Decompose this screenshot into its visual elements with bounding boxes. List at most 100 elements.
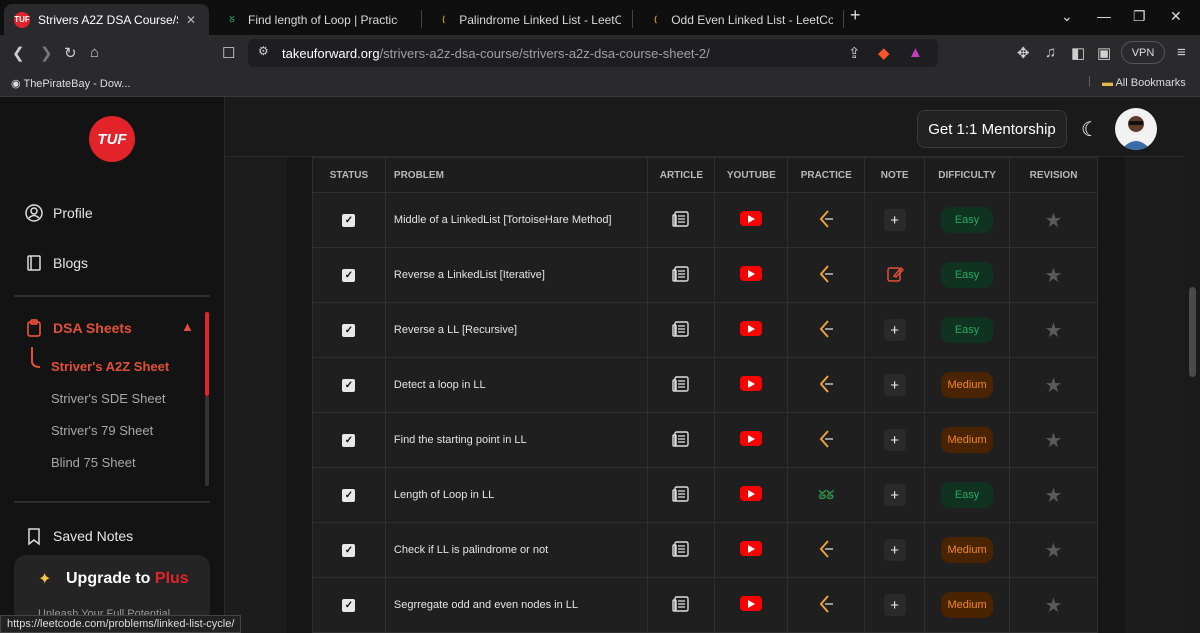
star-icon[interactable]: ★ bbox=[1045, 320, 1063, 342]
add-note-icon[interactable]: + bbox=[883, 594, 906, 616]
bookmark-icon[interactable]: ☐ bbox=[222, 44, 235, 62]
status-checkbox[interactable]: ✓ bbox=[342, 323, 356, 337]
site-info-icon[interactable]: ⚙ bbox=[258, 44, 269, 58]
address-bar[interactable]: ⚙ takeuforward.org/strivers-a2z-dsa-cour… bbox=[248, 39, 938, 67]
youtube-icon[interactable] bbox=[740, 321, 763, 336]
status-checkbox[interactable]: ✓ bbox=[342, 433, 356, 447]
close-window-icon[interactable]: ✕ bbox=[1170, 8, 1182, 25]
chevron-up-icon[interactable]: ▲ bbox=[181, 319, 194, 334]
mentorship-button[interactable]: Get 1:1 Mentorship bbox=[917, 110, 1067, 148]
add-note-icon[interactable]: + bbox=[883, 209, 906, 231]
reload-icon[interactable]: ↻ bbox=[64, 44, 77, 62]
leetcode-practice-icon[interactable] bbox=[817, 319, 835, 342]
home-icon[interactable]: ⌂ bbox=[90, 44, 99, 61]
brave-rewards-icon[interactable]: ▲ bbox=[908, 44, 923, 61]
tab-strivers[interactable]: TUF Strivers A2Z DSA Course/Sheet ✕ bbox=[4, 4, 209, 35]
article-icon[interactable] bbox=[672, 595, 690, 616]
sidebar-item-profile[interactable]: Profile bbox=[24, 203, 93, 223]
star-icon[interactable]: ★ bbox=[1045, 595, 1063, 617]
brave-shields-icon[interactable]: ◆ bbox=[878, 44, 890, 62]
sidebar-item-blogs[interactable]: Blogs bbox=[24, 253, 88, 273]
vpn-button[interactable]: VPN bbox=[1121, 41, 1165, 64]
forward-icon[interactable]: ❯ bbox=[40, 44, 53, 62]
status-checkbox[interactable]: ✓ bbox=[342, 488, 356, 502]
article-icon[interactable] bbox=[672, 430, 690, 451]
media-icon[interactable]: ♫ bbox=[1045, 44, 1056, 61]
youtube-icon[interactable] bbox=[740, 486, 763, 501]
avatar[interactable] bbox=[1115, 108, 1157, 150]
difficulty-cell: Medium bbox=[924, 522, 1011, 578]
star-icon[interactable]: ★ bbox=[1045, 210, 1063, 232]
problem-title: Segrregate odd and even nodes in LL bbox=[384, 577, 649, 633]
sidebar-toggle-icon[interactable]: ◧ bbox=[1071, 44, 1085, 62]
sidebar-sheet-blind75[interactable]: Blind 75 Sheet bbox=[51, 455, 136, 470]
close-tab-icon[interactable]: ✕ bbox=[186, 13, 196, 27]
star-icon[interactable]: ★ bbox=[1045, 375, 1063, 397]
article-icon[interactable] bbox=[672, 485, 690, 506]
add-note-icon[interactable]: + bbox=[883, 429, 906, 451]
add-note-icon[interactable]: + bbox=[883, 319, 906, 341]
sidebar-item-saved-notes[interactable]: Saved Notes bbox=[24, 526, 133, 546]
url-text[interactable]: takeuforward.org/strivers-a2z-dsa-course… bbox=[282, 46, 710, 61]
share-icon[interactable]: ⇪ bbox=[848, 44, 861, 62]
add-note-icon[interactable]: + bbox=[883, 374, 906, 396]
sidebar-sheet-a2z[interactable]: Striver's A2Z Sheet bbox=[51, 359, 169, 374]
back-icon[interactable]: ❮ bbox=[12, 44, 25, 62]
difficulty-badge: Medium bbox=[941, 427, 994, 453]
minimize-icon[interactable]: — bbox=[1097, 8, 1111, 24]
leetcode-practice-icon[interactable] bbox=[817, 264, 835, 287]
all-bookmarks[interactable]: ▬ All Bookmarks bbox=[1102, 77, 1186, 89]
scrollbar-thumb[interactable] bbox=[1189, 287, 1196, 377]
youtube-icon[interactable] bbox=[740, 376, 763, 391]
add-note-icon[interactable]: + bbox=[883, 484, 906, 506]
article-cell bbox=[647, 467, 716, 523]
star-icon[interactable]: ★ bbox=[1045, 540, 1063, 562]
page-scrollbar[interactable] bbox=[1185, 97, 1200, 633]
moon-icon[interactable]: ☾ bbox=[1081, 117, 1099, 142]
youtube-icon[interactable] bbox=[740, 596, 763, 611]
article-icon[interactable] bbox=[672, 265, 690, 286]
new-tab-icon[interactable]: + bbox=[850, 5, 861, 26]
status-checkbox[interactable]: ✓ bbox=[342, 213, 356, 227]
tab-palindrome[interactable]: ⟨ Palindrome Linked List - LeetCode bbox=[426, 4, 631, 35]
star-icon[interactable]: ★ bbox=[1045, 430, 1063, 452]
sidebar-sheet-79[interactable]: Striver's 79 Sheet bbox=[51, 423, 153, 438]
article-icon[interactable] bbox=[672, 210, 690, 231]
edit-note-icon[interactable] bbox=[886, 266, 904, 286]
wallet-icon[interactable]: ▣ bbox=[1097, 44, 1111, 62]
status-checkbox[interactable]: ✓ bbox=[342, 268, 356, 282]
status-cell: ✓ bbox=[312, 412, 386, 468]
article-icon[interactable] bbox=[672, 320, 690, 341]
star-icon[interactable]: ★ bbox=[1045, 265, 1063, 287]
leetcode-practice-icon[interactable] bbox=[817, 539, 835, 562]
problem-title: Reverse a LL [Recursive] bbox=[384, 302, 649, 358]
bookmark-item[interactable]: ◉ ThePirateBay - Dow... bbox=[11, 77, 130, 90]
sidebar-item-dsa-sheets[interactable]: DSA Sheets bbox=[24, 318, 132, 338]
sidebar: TUF Profile Blogs DSA Sheets ▲ Striver's… bbox=[0, 97, 225, 633]
sidebar-sheet-sde[interactable]: Striver's SDE Sheet bbox=[51, 391, 165, 406]
leetcode-practice-icon[interactable] bbox=[817, 209, 835, 232]
youtube-icon[interactable] bbox=[740, 211, 763, 226]
tab-search-icon[interactable]: ⌄ bbox=[1061, 8, 1073, 25]
tuf-logo[interactable]: TUF bbox=[89, 116, 135, 162]
add-note-icon[interactable]: + bbox=[883, 539, 906, 561]
status-checkbox[interactable]: ✓ bbox=[342, 378, 356, 392]
leetcode-practice-icon[interactable] bbox=[817, 374, 835, 397]
restore-icon[interactable]: ❐ bbox=[1133, 8, 1146, 25]
tab-gfg[interactable]: ᘜ Find length of Loop | Practice | Geeks bbox=[214, 4, 419, 35]
youtube-icon[interactable] bbox=[740, 266, 763, 281]
extensions-icon[interactable]: ✥ bbox=[1017, 44, 1030, 62]
status-checkbox[interactable]: ✓ bbox=[342, 543, 356, 557]
status-checkbox[interactable]: ✓ bbox=[342, 598, 356, 612]
youtube-icon[interactable] bbox=[740, 431, 763, 446]
leetcode-favicon-icon: ⟨ bbox=[654, 15, 658, 24]
tab-odd-even[interactable]: ⟨ Odd Even Linked List - LeetCode bbox=[638, 4, 843, 35]
leetcode-practice-icon[interactable] bbox=[817, 594, 835, 617]
star-icon[interactable]: ★ bbox=[1045, 485, 1063, 507]
menu-icon[interactable]: ≡ bbox=[1177, 44, 1186, 61]
article-icon[interactable] bbox=[672, 375, 690, 396]
youtube-icon[interactable] bbox=[740, 541, 763, 556]
gfg-practice-icon[interactable]: ᘜᘜ bbox=[818, 488, 834, 502]
leetcode-practice-icon[interactable] bbox=[817, 429, 835, 452]
article-icon[interactable] bbox=[672, 540, 690, 561]
